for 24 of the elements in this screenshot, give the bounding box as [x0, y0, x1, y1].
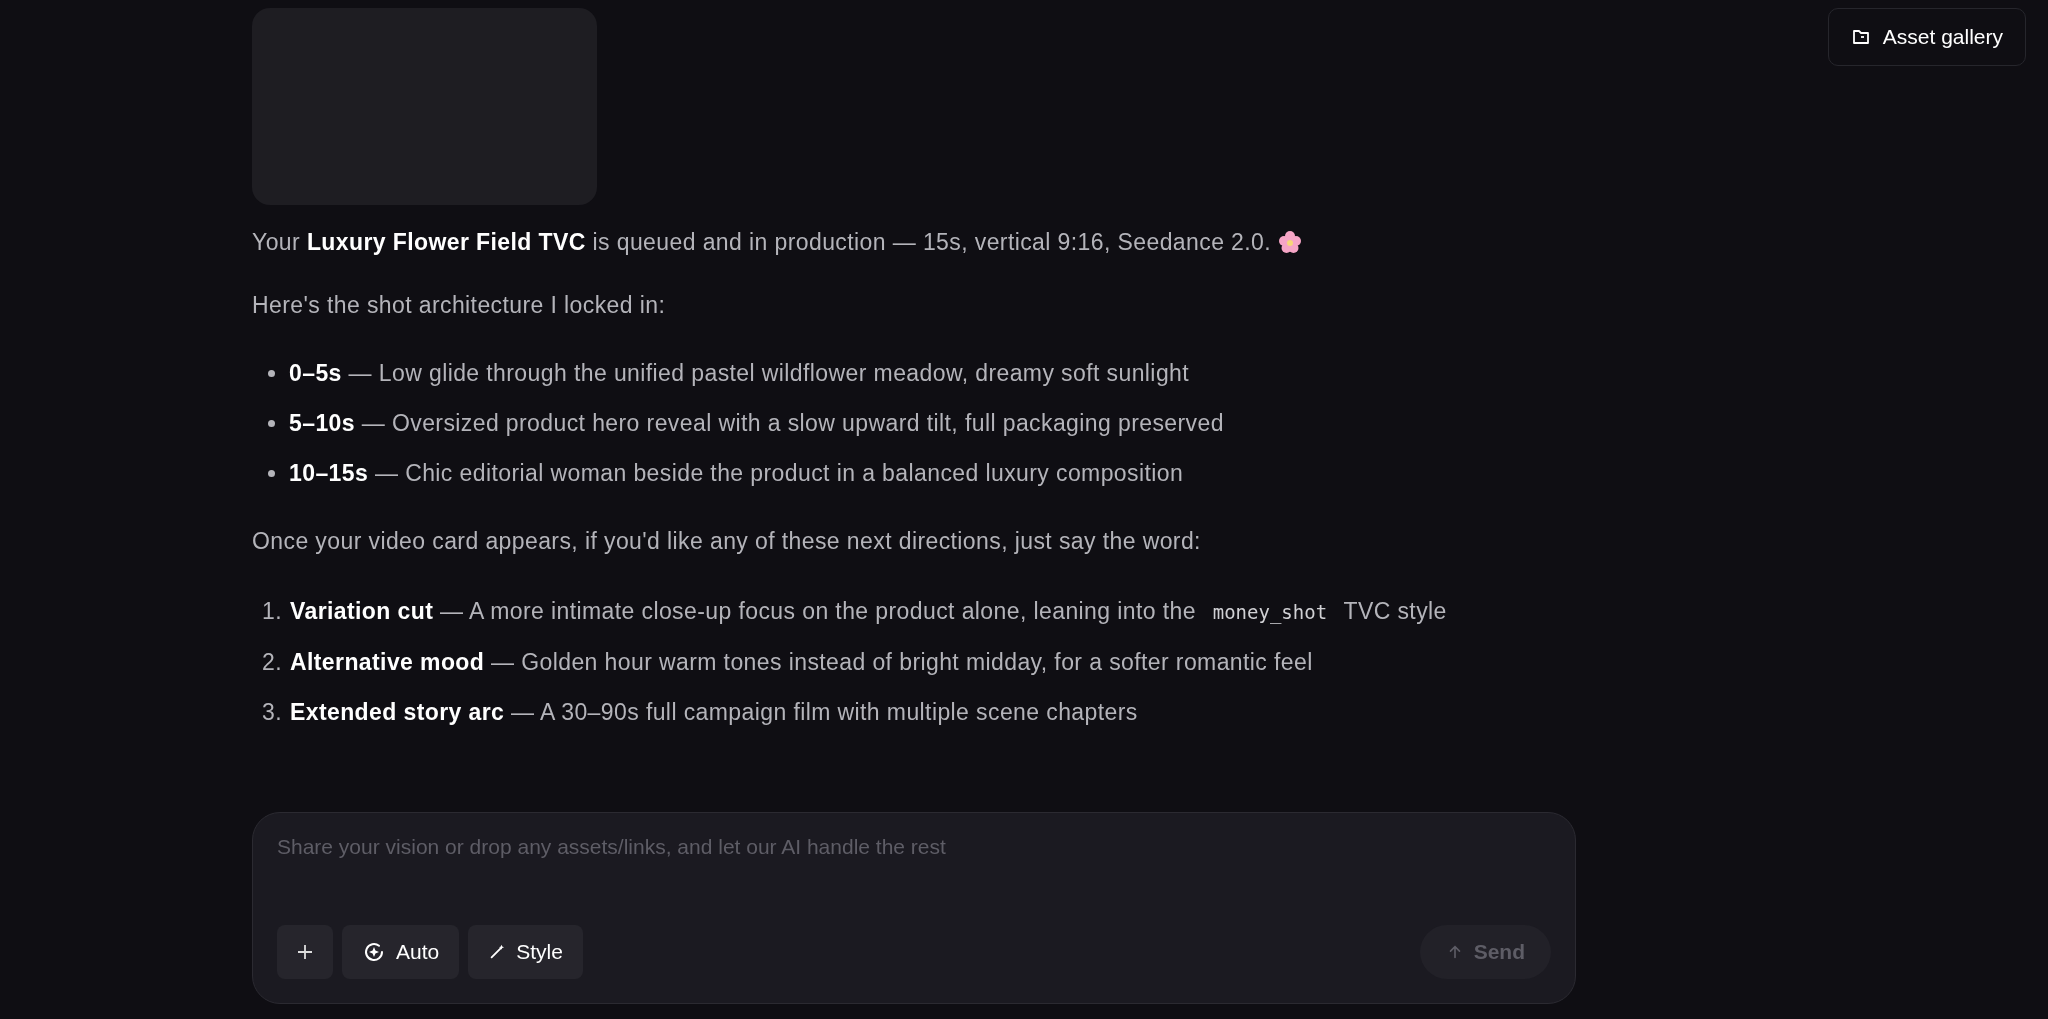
list-item-text: Alternative mood — Golden hour warm tones instead of bright midday, for a softer romantic feel	[290, 648, 1313, 677]
sparkle-cycle-icon	[362, 940, 386, 964]
message-text: Once your video card appears, if you'd like any of these next directions, just say the word:	[252, 527, 1202, 556]
list-item-text: 5–10s — Oversized product hero reveal with a slow upward tilt, full packaging preserved	[289, 409, 1224, 438]
asset-gallery-button[interactable]: Asset gallery	[1827, 8, 2026, 66]
bullet-icon	[268, 469, 275, 477]
add-button[interactable]	[277, 925, 333, 979]
bullet-icon	[268, 419, 275, 427]
blossom-icon	[1277, 230, 1302, 254]
message-text: Your Luxury Flower Field TVC is queued and in production — 15s, vertical 9:16, Seedance 2.0.	[252, 227, 1576, 257]
style-button[interactable]: Style	[468, 925, 583, 979]
auto-button[interactable]: Auto	[342, 925, 460, 979]
list-item-text: Variation cut — A more intimate close-up focus on the product alone, leaning into the money_shot TVC style	[290, 597, 1447, 626]
list-item-text: 10–15s — Chic editorial woman beside the product in a balanced luxury composition	[289, 459, 1184, 488]
magic-wand-icon	[488, 943, 507, 961]
folder-icon	[1850, 27, 1871, 47]
message-text: Here's the shot architecture I locked in:	[252, 291, 667, 320]
list-item-text: 0–5s — Low glide through the unified pastel wildflower meadow, dreamy soft sunlight	[289, 359, 1190, 388]
list-number: 2.	[262, 648, 282, 677]
list-number: 3.	[262, 698, 282, 727]
list-number: 1.	[262, 597, 282, 626]
list-item-text: Extended story arc — A 30–90s full campaign film with multiple scene chapters	[290, 698, 1138, 727]
bullet-icon	[268, 369, 275, 377]
plus-icon	[295, 942, 315, 962]
